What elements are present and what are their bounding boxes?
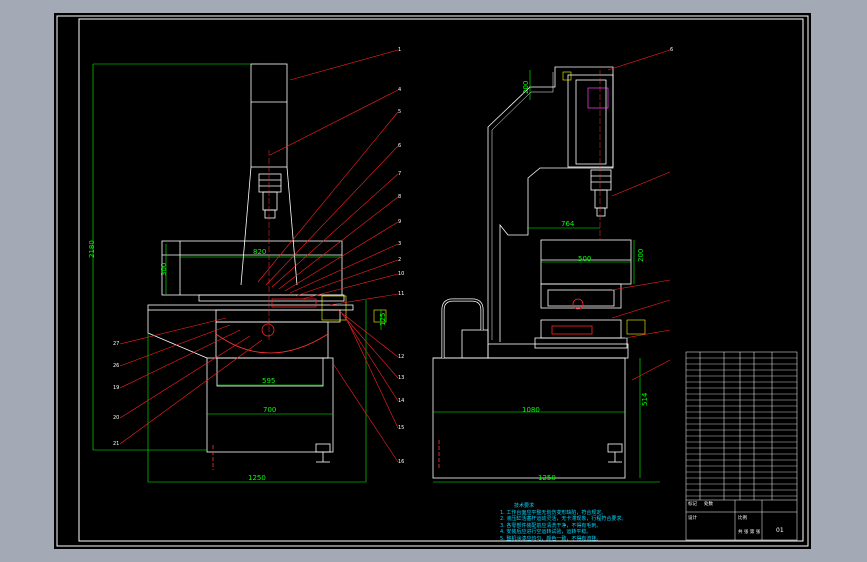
dim-left-2180: 2180 [88, 240, 96, 258]
part-label: 14 [398, 398, 405, 404]
part-label: 9 [398, 219, 402, 225]
notes-line: 5. 整机涂漆应均匀，颜色一致，不得有流挂。 [500, 535, 602, 542]
cad-drawing-viewer: 820 300 595 700 1250 2180 125 200 764 50… [0, 0, 867, 562]
part-label: 4 [398, 87, 402, 93]
part-label: 13 [398, 375, 405, 381]
title-block-scale: 比例 [738, 516, 747, 521]
sheet-background [54, 13, 811, 549]
part-label: 2 [398, 257, 402, 263]
dim-right-514: 514 [641, 392, 649, 406]
title-block-design: 设计 [688, 516, 697, 521]
part-label: 7 [398, 171, 402, 177]
technical-notes: 技术要求 1. 工作台面应平整无划伤变形缺陷，符合规定。 2. 液压缸活塞杆运动… [500, 503, 626, 542]
part-label: 26 [113, 363, 120, 369]
part-label: 20 [113, 415, 120, 421]
part-label: 27 [113, 341, 120, 347]
dim-right-200-top: 200 [522, 80, 530, 94]
dim-right-200-side: 200 [637, 248, 645, 262]
part-label: 1 [398, 47, 402, 53]
part-label: 8 [398, 194, 402, 200]
part-label: 16 [398, 459, 405, 465]
drawing-sheet [54, 13, 811, 549]
dim-left-700: 700 [263, 406, 277, 414]
title-block-mark: 标记 [688, 502, 697, 507]
part-label: 11 [398, 291, 405, 297]
title-block-count: 处数 [704, 502, 713, 507]
part-label: 3 [398, 241, 402, 247]
dim-left-1250: 1250 [248, 474, 266, 482]
part-label: 5 [398, 109, 402, 115]
dim-right-1250: 1250 [538, 474, 556, 482]
dim-right-1080: 1080 [522, 406, 540, 414]
dim-right-764: 764 [561, 220, 575, 228]
title-block-drawing-no: 01 [776, 527, 784, 534]
dim-right-500: 500 [578, 255, 592, 263]
part-label: 21 [113, 441, 120, 447]
dim-left-820: 820 [253, 248, 267, 256]
part-label: 6 [398, 143, 402, 149]
part-label: 19 [113, 385, 120, 391]
notes-line: 2. 液压缸活塞杆运动灵活，无卡滞现象，行程符合要求。 [500, 516, 627, 522]
dim-left-300: 300 [160, 262, 168, 276]
title-block-sheet: 共 张 第 张 [738, 530, 761, 535]
dim-left-595: 595 [262, 377, 276, 385]
part-label: 6 [670, 47, 674, 53]
part-label: 10 [398, 271, 405, 277]
part-label: 15 [398, 425, 405, 431]
dim-left-125: 125 [379, 312, 387, 326]
part-label: 12 [398, 354, 405, 360]
